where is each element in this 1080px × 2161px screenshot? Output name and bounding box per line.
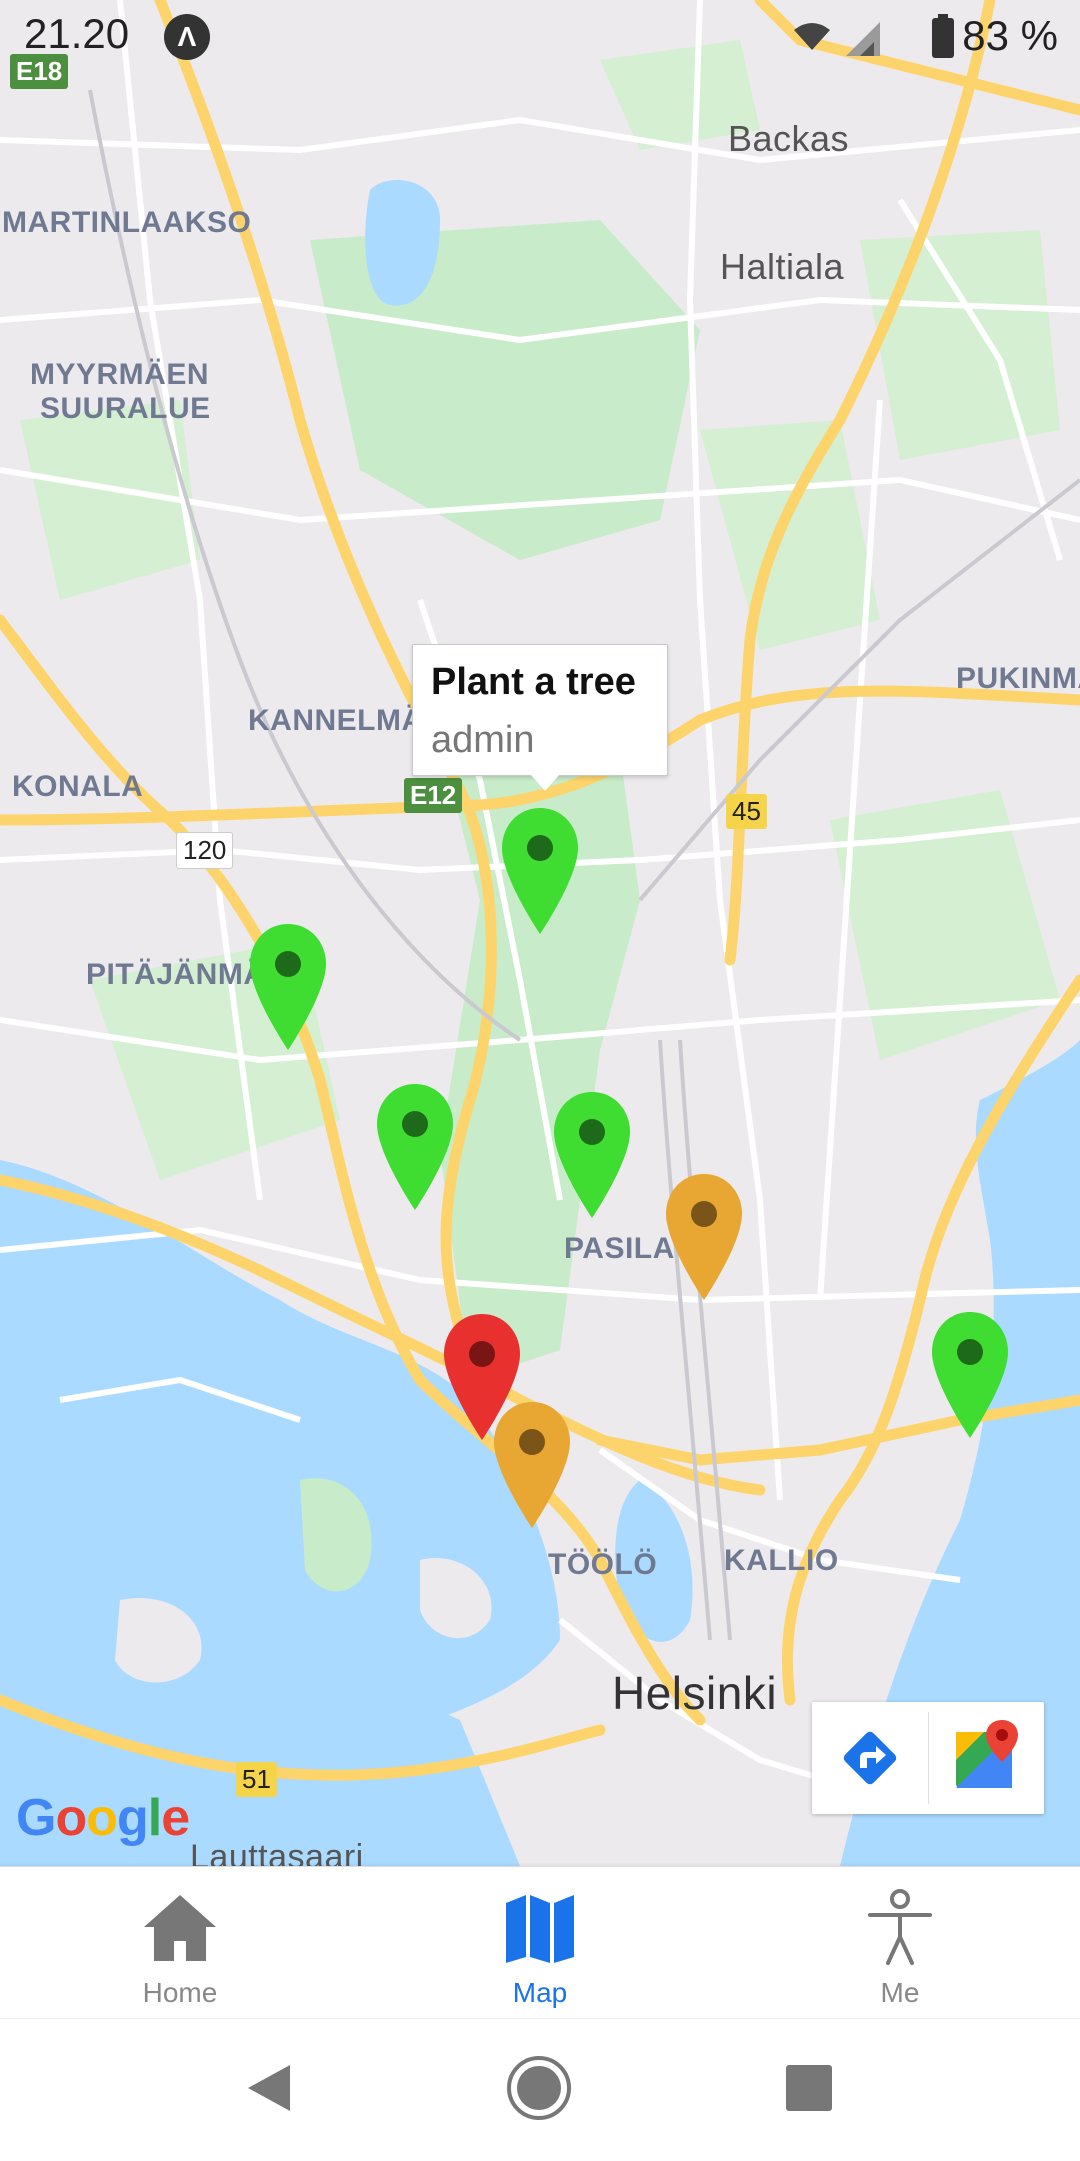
map-icon <box>506 1895 574 1963</box>
map-marker[interactable] <box>492 1400 572 1530</box>
tab-map-label: Map <box>512 1977 568 2008</box>
google-logo: Google <box>16 1789 190 1847</box>
place-label-konala: KONALA <box>12 770 144 803</box>
place-label-martinlaakso: MARTINLAAKSO <box>2 206 252 239</box>
map-marker[interactable] <box>500 806 580 936</box>
home-icon <box>144 1895 216 1961</box>
place-label-myyrmaen-1: MYYRMÄEN <box>30 358 210 391</box>
status-bar: 21.20 Λ 83 % <box>0 0 1080 72</box>
place-label-haltiala: Haltiala <box>720 246 845 287</box>
map-marker[interactable] <box>375 1082 455 1212</box>
battery-icon <box>932 14 954 58</box>
place-label-kannelmaki: KANNELMÄ <box>248 704 424 737</box>
signal-icons <box>794 22 880 56</box>
google-maps-icon <box>956 1720 1018 1788</box>
place-label-pasila: PASILA <box>564 1232 675 1265</box>
place-label-pitajanmaki: PITÄJÄNMÄ <box>86 958 266 991</box>
road-shield-51: 51 <box>236 1762 277 1797</box>
map-view[interactable]: Backas Haltiala MARTINLAAKSO MYYRMÄEN SU… <box>0 0 1080 1866</box>
map-marker[interactable] <box>930 1310 1010 1440</box>
place-label-myyrmaen-2: SUURALUE <box>40 392 211 425</box>
popup-subtitle: admin <box>431 719 535 761</box>
tab-home-label: Home <box>142 1977 218 2008</box>
system-navigation-bar <box>0 2018 1080 2161</box>
road-shield-120: 120 <box>176 832 234 869</box>
tab-map[interactable]: Map <box>360 1867 720 2019</box>
recents-icon[interactable] <box>774 2053 844 2123</box>
open-in-google-maps-button[interactable] <box>928 1702 1044 1814</box>
map-marker[interactable] <box>248 922 328 1052</box>
bottom-tab-bar: Home Map Me <box>0 1866 1080 2019</box>
home-circle-icon[interactable] <box>504 2053 574 2123</box>
marker-info-popup[interactable]: Plant a tree admin <box>412 644 668 791</box>
tab-me[interactable]: Me <box>720 1867 1080 2019</box>
battery-percent: 83 % <box>962 12 1058 59</box>
popup-title: Plant a tree <box>431 661 636 703</box>
map-marker[interactable] <box>664 1172 744 1302</box>
directions-icon <box>843 1731 897 1785</box>
status-time: 21.20 <box>24 10 130 57</box>
place-label-helsinki: Helsinki <box>612 1667 778 1719</box>
road-shield-45: 45 <box>726 794 767 829</box>
navigation-arrow-icon: Λ <box>164 14 210 60</box>
place-label-backas: Backas <box>728 118 850 159</box>
tab-home[interactable]: Home <box>0 1867 360 2019</box>
person-icon <box>868 1889 932 1965</box>
road-shield-e12: E12 <box>404 778 463 813</box>
map-toolbar <box>812 1702 1044 1814</box>
place-label-lauttasaari: Lauttasaari <box>190 1838 364 1866</box>
map-marker[interactable] <box>552 1090 632 1220</box>
place-label-pukinmaki: PUKINMÄ <box>956 662 1080 695</box>
back-icon[interactable] <box>234 2053 304 2123</box>
place-label-toolo: TÖÖLÖ <box>548 1548 658 1581</box>
directions-button[interactable] <box>812 1702 928 1814</box>
tab-me-label: Me <box>880 1977 920 2008</box>
place-label-kallio: KALLIO <box>724 1544 839 1577</box>
